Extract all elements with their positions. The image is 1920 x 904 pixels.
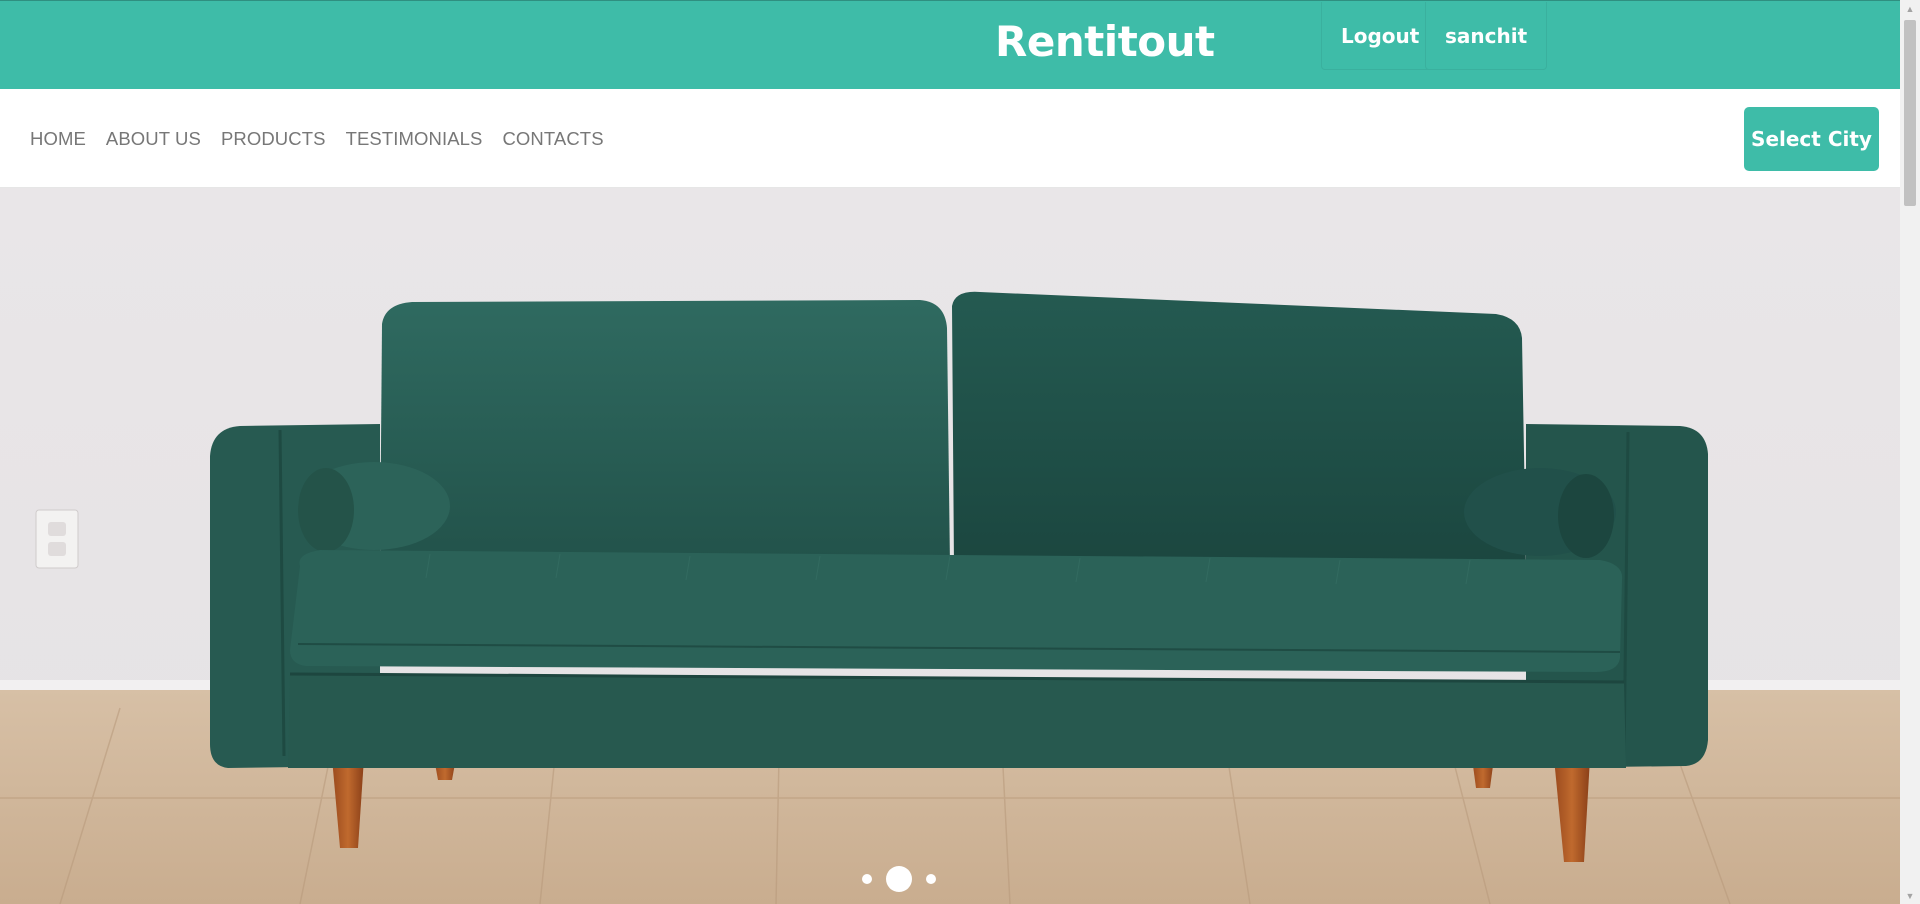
carousel-dot-1[interactable] [862, 874, 872, 884]
hero-sofa-image [0, 291, 1900, 904]
nav-link-testimonials[interactable]: TESTIMONIALS [346, 128, 483, 150]
page-scrollbar[interactable]: ▲ ▼ [1900, 0, 1920, 904]
carousel-dot-2-active[interactable] [886, 866, 912, 892]
main-navbar: HOME ABOUT US PRODUCTS TESTIMONIALS CONT… [0, 89, 1900, 188]
scroll-thumb[interactable] [1904, 20, 1916, 206]
select-city-button[interactable]: Select City [1744, 107, 1879, 171]
carousel-dot-3[interactable] [926, 874, 936, 884]
nav-link-contacts[interactable]: CONTACTS [502, 128, 603, 150]
nav-link-home[interactable]: HOME [30, 128, 86, 150]
scroll-down-arrow-icon[interactable]: ▼ [1900, 887, 1920, 904]
logout-button[interactable]: Logout [1321, 2, 1440, 70]
nav-links: HOME ABOUT US PRODUCTS TESTIMONIALS CONT… [30, 89, 624, 188]
hero-carousel [0, 188, 1900, 904]
scroll-up-arrow-icon[interactable]: ▲ [1900, 0, 1920, 17]
username-button[interactable]: sanchit [1425, 2, 1548, 70]
carousel-indicators [0, 864, 1798, 894]
top-header-bar: Rentitout Logout sanchit [0, 0, 1900, 89]
brand-logo[interactable]: Rentitout [995, 17, 1215, 66]
nav-link-products[interactable]: PRODUCTS [221, 128, 326, 150]
nav-link-about-us[interactable]: ABOUT US [106, 128, 201, 150]
